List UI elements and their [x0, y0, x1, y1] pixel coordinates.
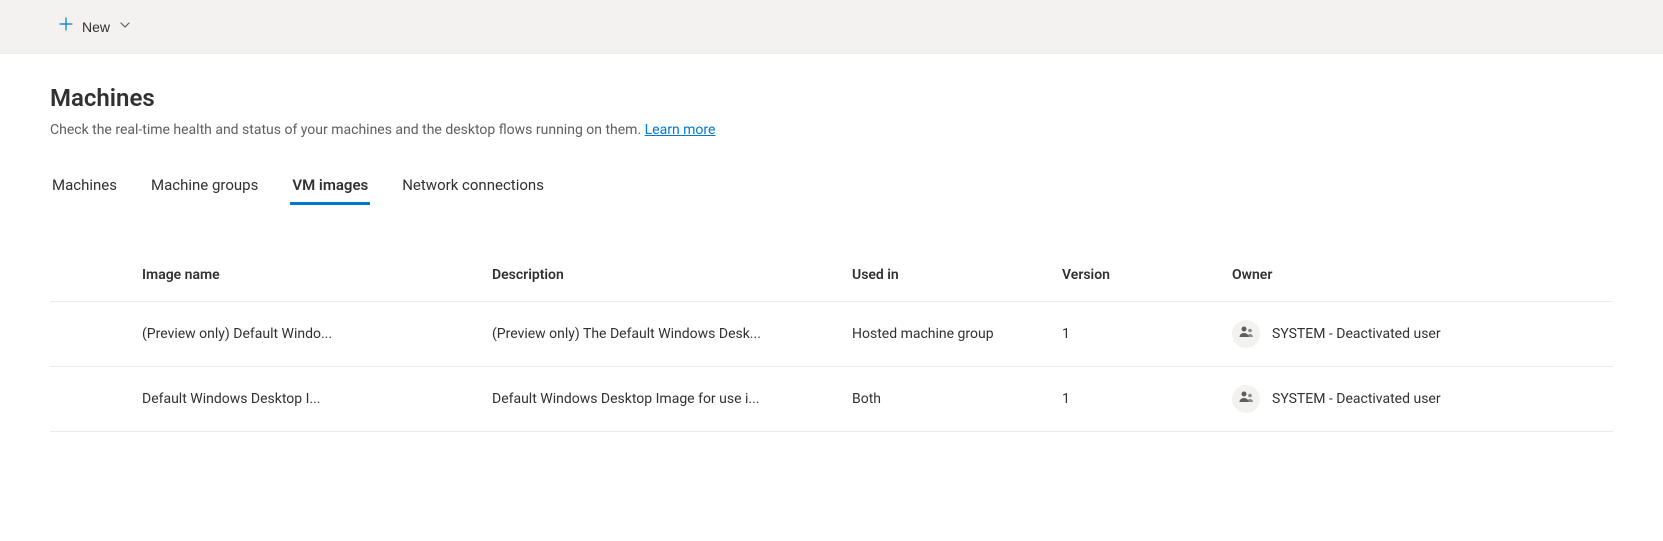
col-header-name[interactable]: Image name	[130, 255, 480, 302]
content-area: Machines Check the real-time health and …	[0, 54, 1663, 462]
cell-owner: SYSTEM - Deactivated user	[1272, 326, 1441, 342]
subtitle-text: Check the real-time health and status of…	[50, 122, 645, 138]
learn-more-link[interactable]: Learn more	[645, 122, 716, 138]
col-header-used-in[interactable]: Used in	[840, 255, 1050, 302]
new-button[interactable]: New	[50, 10, 138, 43]
vm-images-table: Image name Description Used in Version O…	[50, 255, 1613, 432]
table-header-row: Image name Description Used in Version O…	[50, 255, 1613, 302]
table-row[interactable]: Default Windows Desktop I... Default Win…	[50, 367, 1613, 432]
tab-machines[interactable]: Machines	[50, 168, 119, 205]
tab-vm-images[interactable]: VM images	[290, 168, 370, 205]
owner-cell: SYSTEM - Deactivated user	[1232, 385, 1601, 413]
tab-network-connections[interactable]: Network connections	[400, 168, 546, 205]
new-button-label: New	[82, 19, 110, 35]
col-header-owner[interactable]: Owner	[1220, 255, 1613, 302]
cell-description: (Preview only) The Default Windows Desk.…	[492, 326, 828, 342]
plus-icon	[58, 16, 74, 37]
chevron-down-icon	[120, 20, 130, 33]
col-header-version[interactable]: Version	[1050, 255, 1220, 302]
avatar	[1232, 385, 1260, 413]
cell-name: Default Windows Desktop I...	[142, 391, 468, 407]
cell-used-in: Hosted machine group	[840, 302, 1050, 367]
row-spacer	[50, 367, 130, 432]
cell-used-in: Both	[840, 367, 1050, 432]
avatar	[1232, 320, 1260, 348]
tab-machine-groups[interactable]: Machine groups	[149, 168, 260, 205]
cell-owner: SYSTEM - Deactivated user	[1272, 391, 1441, 407]
page-subtitle: Check the real-time health and status of…	[50, 122, 1613, 138]
page-title: Machines	[50, 84, 1613, 112]
cell-description: Default Windows Desktop Image for use i.…	[492, 391, 828, 407]
tabs: Machines Machine groups VM images Networ…	[50, 168, 1613, 205]
table-row[interactable]: (Preview only) Default Windo... (Preview…	[50, 302, 1613, 367]
row-spacer	[50, 302, 130, 367]
toolbar: New	[0, 0, 1663, 54]
col-header-description[interactable]: Description	[480, 255, 840, 302]
owner-cell: SYSTEM - Deactivated user	[1232, 320, 1601, 348]
table-container: Image name Description Used in Version O…	[50, 255, 1613, 432]
cell-version: 1	[1050, 302, 1220, 367]
person-icon	[1238, 324, 1254, 344]
person-icon	[1238, 389, 1254, 409]
cell-version: 1	[1050, 367, 1220, 432]
cell-name: (Preview only) Default Windo...	[142, 326, 468, 342]
col-spacer	[50, 255, 130, 302]
